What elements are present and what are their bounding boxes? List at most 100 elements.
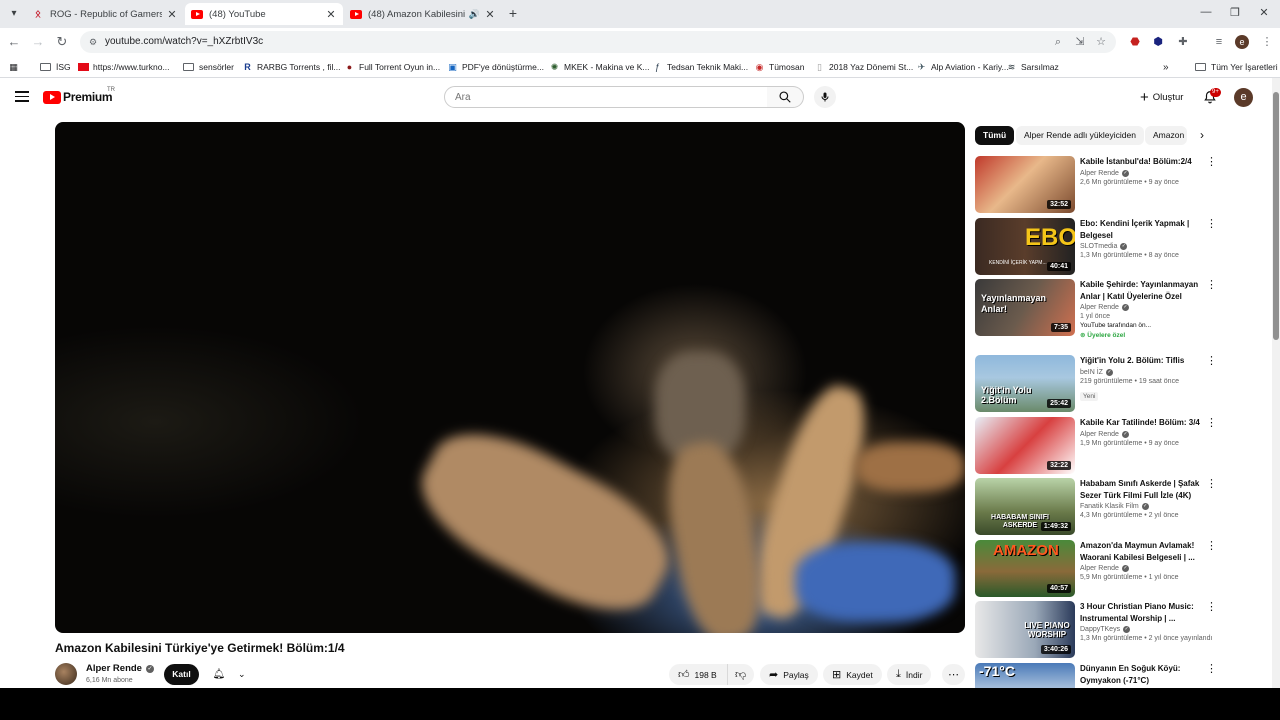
bookmark-tumosan[interactable]: ◉ Tümosan xyxy=(754,60,805,74)
recommendation-item[interactable]: 32:22 Kabile Kar Tatilinde! Bölüm: 3/4 A… xyxy=(975,417,1217,474)
zoom-icon[interactable]: ⌕ xyxy=(1051,35,1065,49)
tab-youtube-home[interactable]: (48) YouTube ✕ xyxy=(185,3,343,25)
create-button[interactable]: + Oluştur xyxy=(1132,86,1191,108)
minimize-icon[interactable]: — xyxy=(1198,6,1214,18)
bookmark-sarsilmaz[interactable]: ≋ Sarsılmaz xyxy=(1006,60,1059,74)
chip-from-uploader[interactable]: Alper Rende adlı yükleyiciden xyxy=(1016,126,1144,145)
more-vertical-icon[interactable]: ⋮ xyxy=(1206,601,1217,613)
extensions-puzzle-icon[interactable]: ✚ xyxy=(1175,34,1191,50)
adblock-extension-icon[interactable]: ⬣ xyxy=(1127,34,1143,50)
rec-channel[interactable]: SLOTmedia xyxy=(1080,243,1117,250)
more-vertical-icon[interactable]: ⋮ xyxy=(1206,663,1217,675)
rec-title[interactable]: Ebo: Kendini İçerik Yapmak | Belgesel xyxy=(1080,218,1200,241)
recommendation-item[interactable]: EBO KENDİNİ İÇERİK YAPM... 40:41 Ebo: Ke… xyxy=(975,218,1217,275)
chip-all[interactable]: Tümü xyxy=(975,126,1015,145)
more-vertical-icon[interactable]: ⋮ xyxy=(1206,355,1217,367)
more-vertical-icon[interactable]: ⋮ xyxy=(1206,540,1217,552)
recommendation-item[interactable]: HABABAM SINIFI ASKERDE 1:49:32 Hababam S… xyxy=(975,478,1217,535)
install-app-icon[interactable]: ⇲ xyxy=(1073,35,1087,49)
voice-search-button[interactable] xyxy=(814,86,836,108)
close-window-icon[interactable]: ✕ xyxy=(1256,6,1272,19)
rec-channel[interactable]: beIN İZ xyxy=(1080,369,1103,376)
bookmark-2018-yaz[interactable]: ▯ 2018 Yaz Dönemi St... xyxy=(814,60,913,74)
page-scrollbar[interactable] xyxy=(1272,78,1280,688)
youtube-premium-logo[interactable]: Premium TR xyxy=(43,87,115,104)
bookmark-pdf[interactable]: ▣ PDF'ye dönüştürme... xyxy=(447,60,544,74)
bookmark-turkno[interactable]: https://www.turkno... xyxy=(78,60,170,74)
address-bar[interactable]: ⚙ youtube.com/watch?v=_hXZrbtIV3c ⌕ ⇲ ☆ xyxy=(80,31,1116,53)
chevron-right-icon[interactable]: › xyxy=(1195,126,1209,145)
tab-search-chevron-icon[interactable]: ▾ xyxy=(6,6,22,22)
more-actions-button[interactable]: ⋯ xyxy=(942,664,965,685)
bookmark-isg[interactable]: İSG xyxy=(40,60,71,74)
search-input[interactable] xyxy=(444,86,768,108)
video-thumbnail[interactable]: Yiğit'in Yolu 2.Bölüm 25:42 xyxy=(975,355,1075,412)
more-vertical-icon[interactable]: ⋮ xyxy=(1206,478,1217,490)
more-vertical-icon[interactable]: ⋮ xyxy=(1206,218,1217,230)
more-bookmarks-chevron-icon[interactable]: » xyxy=(1163,60,1169,74)
more-vertical-icon[interactable]: ⋮ xyxy=(1206,417,1217,429)
video-thumbnail[interactable]: LIVE PIANO WORSHIP 3:40:26 xyxy=(975,601,1075,658)
video-thumbnail[interactable]: AMAZON 40:57 xyxy=(975,540,1075,597)
forward-icon[interactable]: → xyxy=(30,34,46,50)
video-thumbnail[interactable]: EBO KENDİNİ İÇERİK YAPM... 40:41 xyxy=(975,218,1075,275)
scrollbar-thumb[interactable] xyxy=(1273,92,1279,340)
recommendation-item[interactable]: Yiğit'in Yolu 2.Bölüm 25:42 Yiğit'in Yol… xyxy=(975,355,1217,412)
new-tab-button[interactable]: + xyxy=(504,5,522,23)
video-player[interactable] xyxy=(55,122,965,633)
subscription-notification-button[interactable]: 🔔︎ ⌄ xyxy=(206,664,252,685)
bookmark-alp-aviation[interactable]: ✈ Alp Aviation - Kariy... xyxy=(916,60,1009,74)
bookmark-sensorler[interactable]: sensörler xyxy=(183,60,234,74)
bookmark-tedsan[interactable]: ƒ Tedsan Teknik Maki... xyxy=(652,60,748,74)
bookmark-full-torrent[interactable]: ● Full Torrent Oyun in... xyxy=(344,60,440,74)
media-controls-icon[interactable]: ≡ xyxy=(1211,34,1227,50)
bookmark-mkek[interactable]: ✺ MKEK - Makina ve K... xyxy=(549,60,650,74)
back-icon[interactable]: ← xyxy=(6,34,22,50)
rec-title[interactable]: Kabile İstanbul'da! Bölüm:2/4 xyxy=(1080,156,1200,168)
more-vertical-icon[interactable]: ⋮ xyxy=(1206,279,1217,291)
rec-channel[interactable]: Alper Rende xyxy=(1080,565,1119,572)
apps-grid-icon[interactable]: ▦ xyxy=(8,60,23,74)
video-thumbnail[interactable]: Yayınlanmayan Anlar! 7:35 xyxy=(975,279,1075,336)
video-thumbnail[interactable]: HABABAM SINIFI ASKERDE 1:49:32 xyxy=(975,478,1075,535)
channel-avatar[interactable] xyxy=(55,663,77,685)
join-button[interactable]: Katıl xyxy=(164,664,199,685)
recommendation-item[interactable]: LIVE PIANO WORSHIP 3:40:26 3 Hour Christ… xyxy=(975,601,1217,658)
all-bookmarks[interactable]: Tüm Yer İşaretleri xyxy=(1195,60,1278,74)
rec-title[interactable]: Kabile Kar Tatilinde! Bölüm: 3/4 xyxy=(1080,417,1200,429)
recommendation-item[interactable]: -71°C Dünyanın En Soğuk Köyü: Oymyakon (… xyxy=(975,663,1217,688)
rec-title[interactable]: 3 Hour Christian Piano Music: Instrument… xyxy=(1080,601,1200,624)
bookmark-star-icon[interactable]: ☆ xyxy=(1094,35,1108,49)
search-button[interactable] xyxy=(767,86,804,108)
share-button[interactable]: ➦ Paylaş xyxy=(760,664,818,685)
recommendation-item[interactable]: Yayınlanmayan Anlar! 7:35 Kabile Şehirde… xyxy=(975,279,1217,351)
reload-icon[interactable]: ↻ xyxy=(54,34,70,50)
close-tab-icon[interactable]: ✕ xyxy=(484,8,496,21)
recommendation-item[interactable]: 32:52 Kabile İstanbul'da! Bölüm:2/4 Alpe… xyxy=(975,156,1217,213)
rec-channel[interactable]: Alper Rende xyxy=(1080,170,1119,177)
browser-menu-icon[interactable]: ⋮ xyxy=(1259,34,1275,50)
hamburger-menu-icon[interactable] xyxy=(15,91,29,103)
more-vertical-icon[interactable]: ⋮ xyxy=(1206,156,1217,168)
video-thumbnail[interactable]: 32:22 xyxy=(975,417,1075,474)
site-info-icon[interactable]: ⚙ xyxy=(86,35,100,49)
rec-title[interactable]: Dünyanın En Soğuk Köyü: Oymyakon (-71°C) xyxy=(1080,663,1200,686)
rec-channel[interactable]: Alper Rende xyxy=(1080,431,1119,438)
rec-channel[interactable]: Fanatik Klasik Film xyxy=(1080,503,1139,510)
rec-channel[interactable]: DappyTKeys xyxy=(1080,626,1120,633)
rec-title[interactable]: Yiğit'in Yolu 2. Bölüm: Tiflis xyxy=(1080,355,1200,367)
download-button[interactable]: ⤓ İndir xyxy=(887,664,932,685)
extension-icon[interactable]: ⬢ xyxy=(1150,34,1166,50)
save-button[interactable]: ⊞ Kaydet xyxy=(823,664,882,685)
rec-channel[interactable]: Alper Rende xyxy=(1080,304,1119,311)
rec-title[interactable]: Hababam Sınıfı Askerde | Şafak Sezer Tür… xyxy=(1080,478,1200,501)
restore-icon[interactable]: ❐ xyxy=(1227,6,1243,19)
browser-profile-avatar[interactable]: e xyxy=(1235,35,1249,49)
chip-amazon[interactable]: Amazon xyxy=(1145,126,1187,145)
rec-title[interactable]: Amazon'da Maymun Avlamak! Waorani Kabile… xyxy=(1080,540,1200,563)
tab-youtube-video[interactable]: (48) Amazon Kabilesini Türki 🔊 ✕ xyxy=(344,3,502,25)
bookmark-rarbg[interactable]: R RARBG Torrents , fil... xyxy=(242,60,340,74)
channel-name[interactable]: Alper Rende ✓ xyxy=(86,663,154,674)
video-thumbnail[interactable]: 32:52 xyxy=(975,156,1075,213)
recommendation-item[interactable]: AMAZON 40:57 Amazon'da Maymun Avlamak! W… xyxy=(975,540,1217,597)
